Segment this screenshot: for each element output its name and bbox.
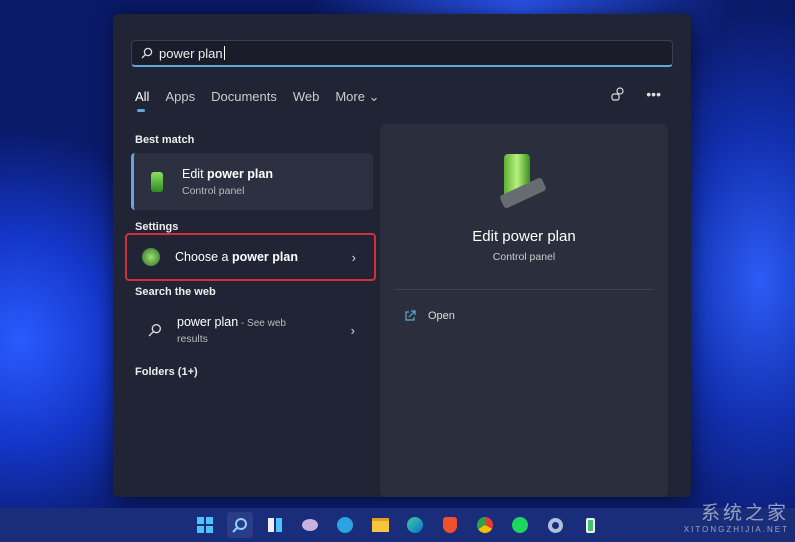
- web-suffix: - See web: [238, 318, 286, 329]
- best-match-heading: Best match: [135, 134, 195, 146]
- brave-icon[interactable]: [437, 512, 463, 538]
- preview-title: Edit power plan: [472, 228, 576, 245]
- watermark-cn: 系统之家: [700, 503, 789, 524]
- widgets-icon[interactable]: [297, 512, 323, 538]
- title-bold: power plan: [207, 166, 273, 181]
- chrome-icon[interactable]: [472, 512, 498, 538]
- tab-web[interactable]: Web: [293, 89, 320, 105]
- preview-pane: Edit power plan Control panel Open: [380, 124, 668, 497]
- taskbar: [0, 508, 795, 542]
- tab-documents[interactable]: Documents: [211, 89, 277, 105]
- preview-subtitle: Control panel: [492, 251, 556, 263]
- title-bold: power plan: [231, 250, 298, 264]
- power-options-icon: [139, 245, 163, 269]
- best-match-edit-power-plan[interactable]: Edit power plan Control panel: [131, 153, 373, 210]
- search-icon: [141, 47, 153, 59]
- ellipsis-icon[interactable]: •••: [646, 86, 661, 102]
- tab-all[interactable]: All: [135, 89, 149, 112]
- open-action[interactable]: Open: [404, 310, 455, 322]
- subtitle: Control panel: [182, 184, 245, 197]
- search-icon[interactable]: [227, 512, 253, 538]
- start-search-panel: power plan All Apps Documents Web More ⌄…: [113, 14, 691, 497]
- open-external-icon: [405, 310, 416, 321]
- settings-heading: Settings: [135, 221, 179, 233]
- text-caret: [223, 46, 225, 60]
- search-web-heading: Search the web: [135, 286, 216, 298]
- file-explorer-icon[interactable]: [367, 512, 393, 538]
- battery-icon: [146, 170, 170, 194]
- search-input[interactable]: power plan: [131, 40, 673, 67]
- edge-icon[interactable]: [402, 512, 428, 538]
- title-pre: Edit: [182, 166, 208, 181]
- settings-icon[interactable]: [542, 512, 568, 538]
- web-result-item[interactable]: power plan - See web results ›: [131, 310, 373, 350]
- battery-icon[interactable]: [577, 512, 603, 538]
- open-label: Open: [428, 310, 455, 322]
- chevron-right-icon: ›: [351, 249, 356, 265]
- web-suffix-2: results: [177, 333, 208, 345]
- divider: [394, 289, 654, 290]
- choose-power-plan-item[interactable]: Choose a power plan ›: [125, 233, 376, 281]
- chevron-right-icon: ›: [350, 322, 355, 338]
- watermark-en: XITONGZHIJIA.NET: [683, 525, 789, 534]
- filter-tabs: All Apps Documents Web More ⌄: [135, 89, 395, 112]
- search-value: power plan: [159, 45, 223, 61]
- tab-apps[interactable]: Apps: [165, 89, 195, 105]
- windows-start-icon[interactable]: [192, 512, 218, 538]
- tab-more[interactable]: More ⌄: [335, 89, 379, 105]
- web-query: power plan: [177, 315, 239, 329]
- title-pre: Choose a: [175, 250, 232, 264]
- telegram-icon[interactable]: [332, 512, 358, 538]
- watermark-logo: 系统之家 XITONGZHIJIA.NET: [684, 498, 789, 534]
- people-icon[interactable]: [610, 86, 626, 102]
- spotify-icon[interactable]: [507, 512, 533, 538]
- task-view-icon[interactable]: [262, 512, 288, 538]
- search-icon: [148, 324, 161, 337]
- folders-heading[interactable]: Folders (1+): [135, 366, 198, 378]
